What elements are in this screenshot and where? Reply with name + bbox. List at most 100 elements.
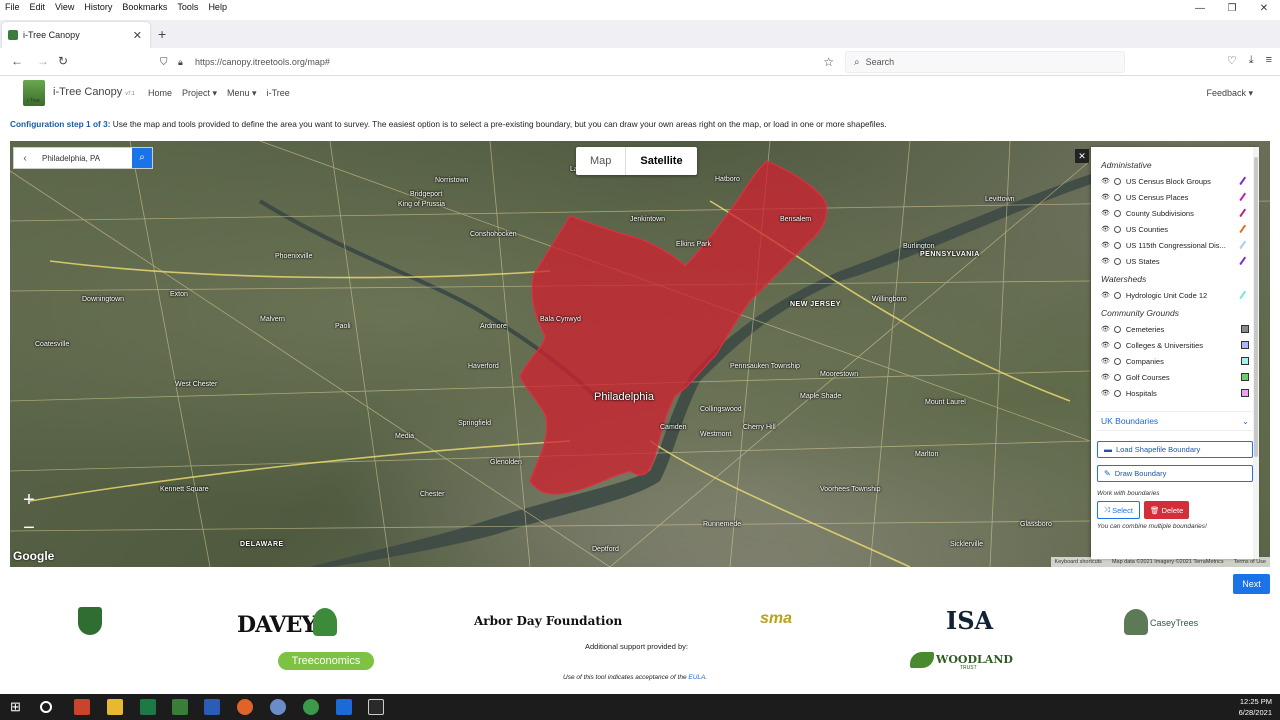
close-tab-icon[interactable]: ✕: [133, 29, 142, 42]
layer-row[interactable]: 👁︎ Golf Courses: [1091, 369, 1259, 385]
visibility-toggle-icon[interactable]: 👁︎: [1101, 241, 1110, 249]
map-search-button[interactable]: ⌕: [132, 148, 152, 168]
hamburger-menu-icon[interactable]: ≡: [1266, 54, 1272, 67]
menu-help[interactable]: Help: [203, 2, 232, 12]
visibility-toggle-icon[interactable]: 👁︎: [1101, 193, 1110, 201]
system-clock[interactable]: 12:25 PM 6/28/2021: [1239, 696, 1272, 718]
close-panel-icon[interactable]: ✕: [1075, 149, 1089, 163]
layer-row[interactable]: 👁︎ US 115th Congressional Dis...: [1091, 237, 1259, 253]
menu-bookmarks[interactable]: Bookmarks: [117, 2, 172, 12]
visibility-toggle-icon[interactable]: 👁︎: [1101, 225, 1110, 233]
keyboard-shortcuts-link[interactable]: Keyboard shortcuts: [1055, 559, 1102, 565]
section-watersheds: Watersheds: [1101, 274, 1147, 284]
menu-edit[interactable]: Edit: [25, 2, 51, 12]
visibility-toggle-icon[interactable]: 👁︎: [1101, 373, 1110, 381]
lock-icon[interactable]: 🔒︎: [178, 57, 183, 68]
menu-view[interactable]: View: [50, 2, 79, 12]
chrome-icon[interactable]: [303, 699, 319, 715]
brand[interactable]: i-Tree Canopy v7.1: [53, 86, 135, 98]
layer-row[interactable]: 👁︎ US Counties: [1091, 221, 1259, 237]
zoom-in-icon[interactable]: +: [13, 487, 45, 515]
outlook-icon[interactable]: [336, 699, 352, 715]
powerpoint-icon[interactable]: [74, 699, 90, 715]
map-type-satellite[interactable]: Satellite: [625, 147, 696, 175]
minimize-icon[interactable]: —: [1184, 0, 1216, 20]
nav-menu[interactable]: Menu ▾: [227, 88, 257, 99]
menu-history[interactable]: History: [79, 2, 117, 12]
visibility-toggle-icon[interactable]: 👁︎: [1101, 257, 1110, 265]
nav-itree[interactable]: i-Tree: [267, 88, 290, 99]
visibility-toggle-icon[interactable]: 👁︎: [1101, 325, 1110, 333]
layer-radio[interactable]: [1113, 325, 1121, 333]
draw-boundary-button[interactable]: ✎ Draw Boundary: [1097, 465, 1253, 482]
itree-icon[interactable]: [172, 699, 188, 715]
layer-radio[interactable]: [1113, 341, 1121, 349]
word-icon[interactable]: [204, 699, 220, 715]
layer-radio[interactable]: [1113, 373, 1121, 381]
r-icon[interactable]: [270, 699, 286, 715]
layer-row[interactable]: 👁︎ Cemeteries: [1091, 321, 1259, 337]
forward-icon[interactable]: →: [37, 54, 49, 68]
excel-icon[interactable]: [140, 699, 156, 715]
select-button[interactable]: ⤨ Select: [1097, 501, 1140, 519]
visibility-toggle-icon[interactable]: 👁︎: [1101, 389, 1110, 397]
browser-search-input[interactable]: ⌕ Search: [845, 51, 1125, 73]
layer-row[interactable]: 👁︎ Hydrologic Unit Code 12: [1091, 287, 1259, 303]
tab-itree-canopy[interactable]: i-Tree Canopy ✕: [2, 22, 150, 48]
downloads-icon[interactable]: ⤓: [1249, 54, 1254, 67]
layer-radio[interactable]: [1113, 209, 1121, 217]
back-icon[interactable]: ←: [11, 54, 23, 68]
menu-tools[interactable]: Tools: [172, 2, 203, 12]
eula-link[interactable]: EULA: [688, 674, 705, 681]
firefox-icon[interactable]: [237, 699, 253, 715]
zoom-out-icon[interactable]: −: [13, 515, 45, 543]
windows-start-icon[interactable]: ⊞: [10, 699, 26, 715]
layer-row[interactable]: 👁︎ US Census Block Groups: [1091, 173, 1259, 189]
feedback-menu[interactable]: Feedback ▾: [1206, 88, 1253, 99]
layer-row[interactable]: 👁︎ US Census Places: [1091, 189, 1259, 205]
map-canvas[interactable]: Philadelphia Camden Norristown King of P…: [10, 141, 1270, 567]
clock-time: 12:25 PM: [1239, 697, 1272, 706]
visibility-toggle-icon[interactable]: 👁︎: [1101, 209, 1110, 217]
nav-home[interactable]: Home: [148, 88, 172, 99]
visibility-toggle-icon[interactable]: 👁︎: [1101, 177, 1110, 185]
terms-link[interactable]: Terms of Use: [1234, 559, 1266, 565]
layer-row[interactable]: 👁︎ County Subdivisions: [1091, 205, 1259, 221]
layer-radio[interactable]: [1113, 291, 1121, 299]
nav-project[interactable]: Project ▾: [182, 88, 217, 99]
delete-button[interactable]: 🗑︎ Delete: [1143, 501, 1190, 519]
url-bar[interactable]: ⛉ 🔒︎ https://canopy.itreetools.org/map# …: [150, 51, 840, 73]
layer-radio[interactable]: [1113, 257, 1121, 265]
file-explorer-icon[interactable]: [107, 699, 123, 715]
layer-row[interactable]: 👁︎ Colleges & Universities: [1091, 337, 1259, 353]
layer-row[interactable]: 👁︎ Hospitals: [1091, 385, 1259, 401]
load-shapefile-button[interactable]: ▬ Load Shapefile Boundary: [1097, 441, 1253, 458]
next-button[interactable]: Next: [1233, 574, 1270, 594]
search-icon[interactable]: [40, 701, 52, 713]
close-window-icon[interactable]: ✕: [1248, 0, 1280, 20]
shield-icon[interactable]: ⛉: [160, 57, 168, 68]
visibility-toggle-icon[interactable]: 👁︎: [1101, 357, 1110, 365]
pocket-icon[interactable]: ♡: [1227, 54, 1237, 67]
layer-radio[interactable]: [1113, 357, 1121, 365]
layer-radio[interactable]: [1113, 241, 1121, 249]
chevron-left-icon[interactable]: ‹: [14, 153, 36, 164]
layer-radio[interactable]: [1113, 225, 1121, 233]
menu-file[interactable]: File: [0, 2, 25, 12]
layer-radio[interactable]: [1113, 389, 1121, 397]
layer-radio[interactable]: [1113, 177, 1121, 185]
reload-icon[interactable]: ↻: [58, 54, 68, 68]
new-tab-icon[interactable]: +: [158, 26, 166, 42]
terminal-icon[interactable]: [368, 699, 384, 715]
layer-row[interactable]: 👁︎ US States: [1091, 253, 1259, 269]
map-base: [10, 141, 1270, 567]
visibility-toggle-icon[interactable]: 👁︎: [1101, 291, 1110, 299]
visibility-toggle-icon[interactable]: 👁︎: [1101, 341, 1110, 349]
layer-radio[interactable]: [1113, 193, 1121, 201]
map-search-input[interactable]: Philadelphia, PA: [36, 154, 132, 163]
layer-row[interactable]: 👁︎ Companies: [1091, 353, 1259, 369]
bookmark-star-icon[interactable]: ☆: [823, 55, 834, 69]
restore-icon[interactable]: ❐: [1216, 0, 1248, 20]
map-type-map[interactable]: Map: [576, 147, 625, 175]
uk-boundaries-toggle[interactable]: UK Boundaries ⌄: [1097, 411, 1253, 431]
